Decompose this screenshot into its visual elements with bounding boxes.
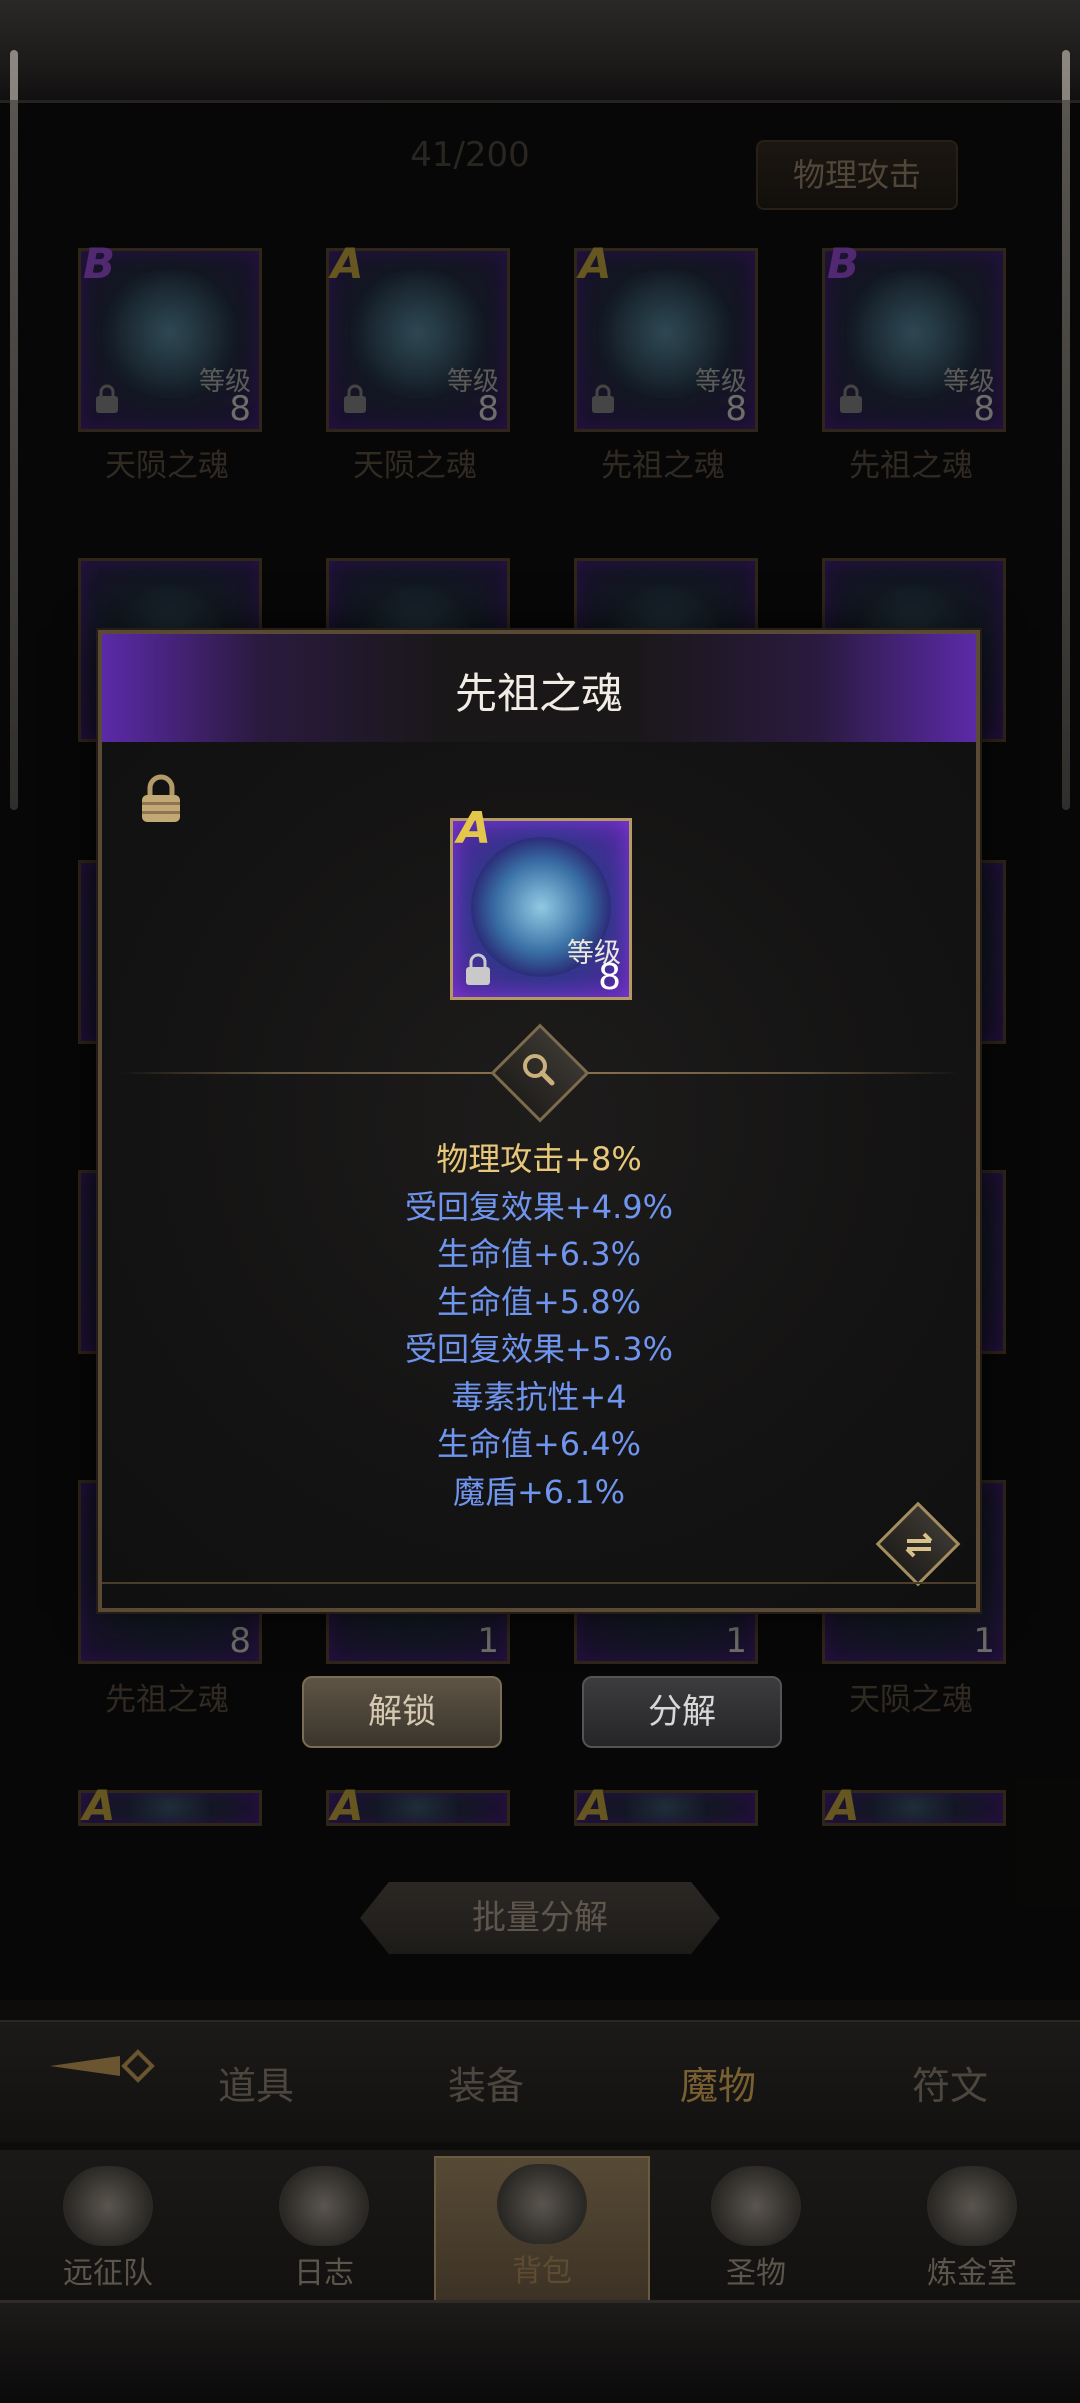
nav-backpack[interactable]: 背包 xyxy=(434,2156,650,2304)
search-icon xyxy=(523,1054,555,1086)
top-frame xyxy=(0,0,1080,103)
stat-line: 魔盾+6.1% xyxy=(452,1472,626,1511)
back-arrow-icon[interactable] xyxy=(50,2048,170,2084)
tab-items[interactable]: 道具 xyxy=(218,2055,294,2110)
tab-monsters[interactable]: 魔物 xyxy=(680,2055,756,2110)
level-value: 8 xyxy=(598,957,621,998)
decompose-button[interactable]: 分解 xyxy=(582,1676,782,1748)
stat-line: 物理攻击+8% xyxy=(436,1140,642,1178)
rank-badge: A xyxy=(457,803,492,854)
viking-helmet-icon xyxy=(63,2166,153,2246)
unlock-button[interactable]: 解锁 xyxy=(302,1676,502,1748)
nav-expedition[interactable]: 远征队 xyxy=(28,2160,188,2300)
backpack-icon xyxy=(497,2164,587,2244)
divider xyxy=(102,1582,976,1584)
lock-icon[interactable] xyxy=(140,774,182,824)
scroll-icon xyxy=(279,2166,369,2246)
lock-icon xyxy=(466,953,490,985)
nav-alchemy[interactable]: 炼金室 xyxy=(892,2160,1052,2300)
modal-title: 先祖之魂 xyxy=(454,669,623,718)
alchemy-icon xyxy=(927,2166,1017,2246)
nav-journal[interactable]: 日志 xyxy=(244,2160,404,2300)
stat-line: 毒素抗性+4 xyxy=(451,1377,627,1416)
nav-relics[interactable]: 圣物 xyxy=(676,2160,836,2300)
tab-runes[interactable]: 符文 xyxy=(912,2055,988,2110)
tab-equipment[interactable]: 装备 xyxy=(448,2055,524,2110)
stat-line: 生命值+5.8% xyxy=(436,1282,642,1321)
stat-line: 受回复效果+4.9% xyxy=(404,1187,674,1226)
brazier-icon xyxy=(711,2166,801,2246)
bottom-frame xyxy=(0,2300,1080,2403)
stat-line: 受回复效果+5.3% xyxy=(404,1330,674,1368)
monster-detail-modal[interactable]: 先祖之魂 A 等级 8 物理攻击+8% 受回复效果+4.9% 生命值+6.3% 生命值… xyxy=(98,630,980,1612)
monster-card-large: A 等级 8 xyxy=(450,803,632,1000)
batch-decompose-button[interactable]: 批量分解 xyxy=(360,1882,720,1954)
stat-line: 生命值+6.4% xyxy=(436,1425,642,1463)
stat-line: 生命值+6.3% xyxy=(436,1235,642,1273)
swap-arrows-icon xyxy=(905,1532,933,1558)
